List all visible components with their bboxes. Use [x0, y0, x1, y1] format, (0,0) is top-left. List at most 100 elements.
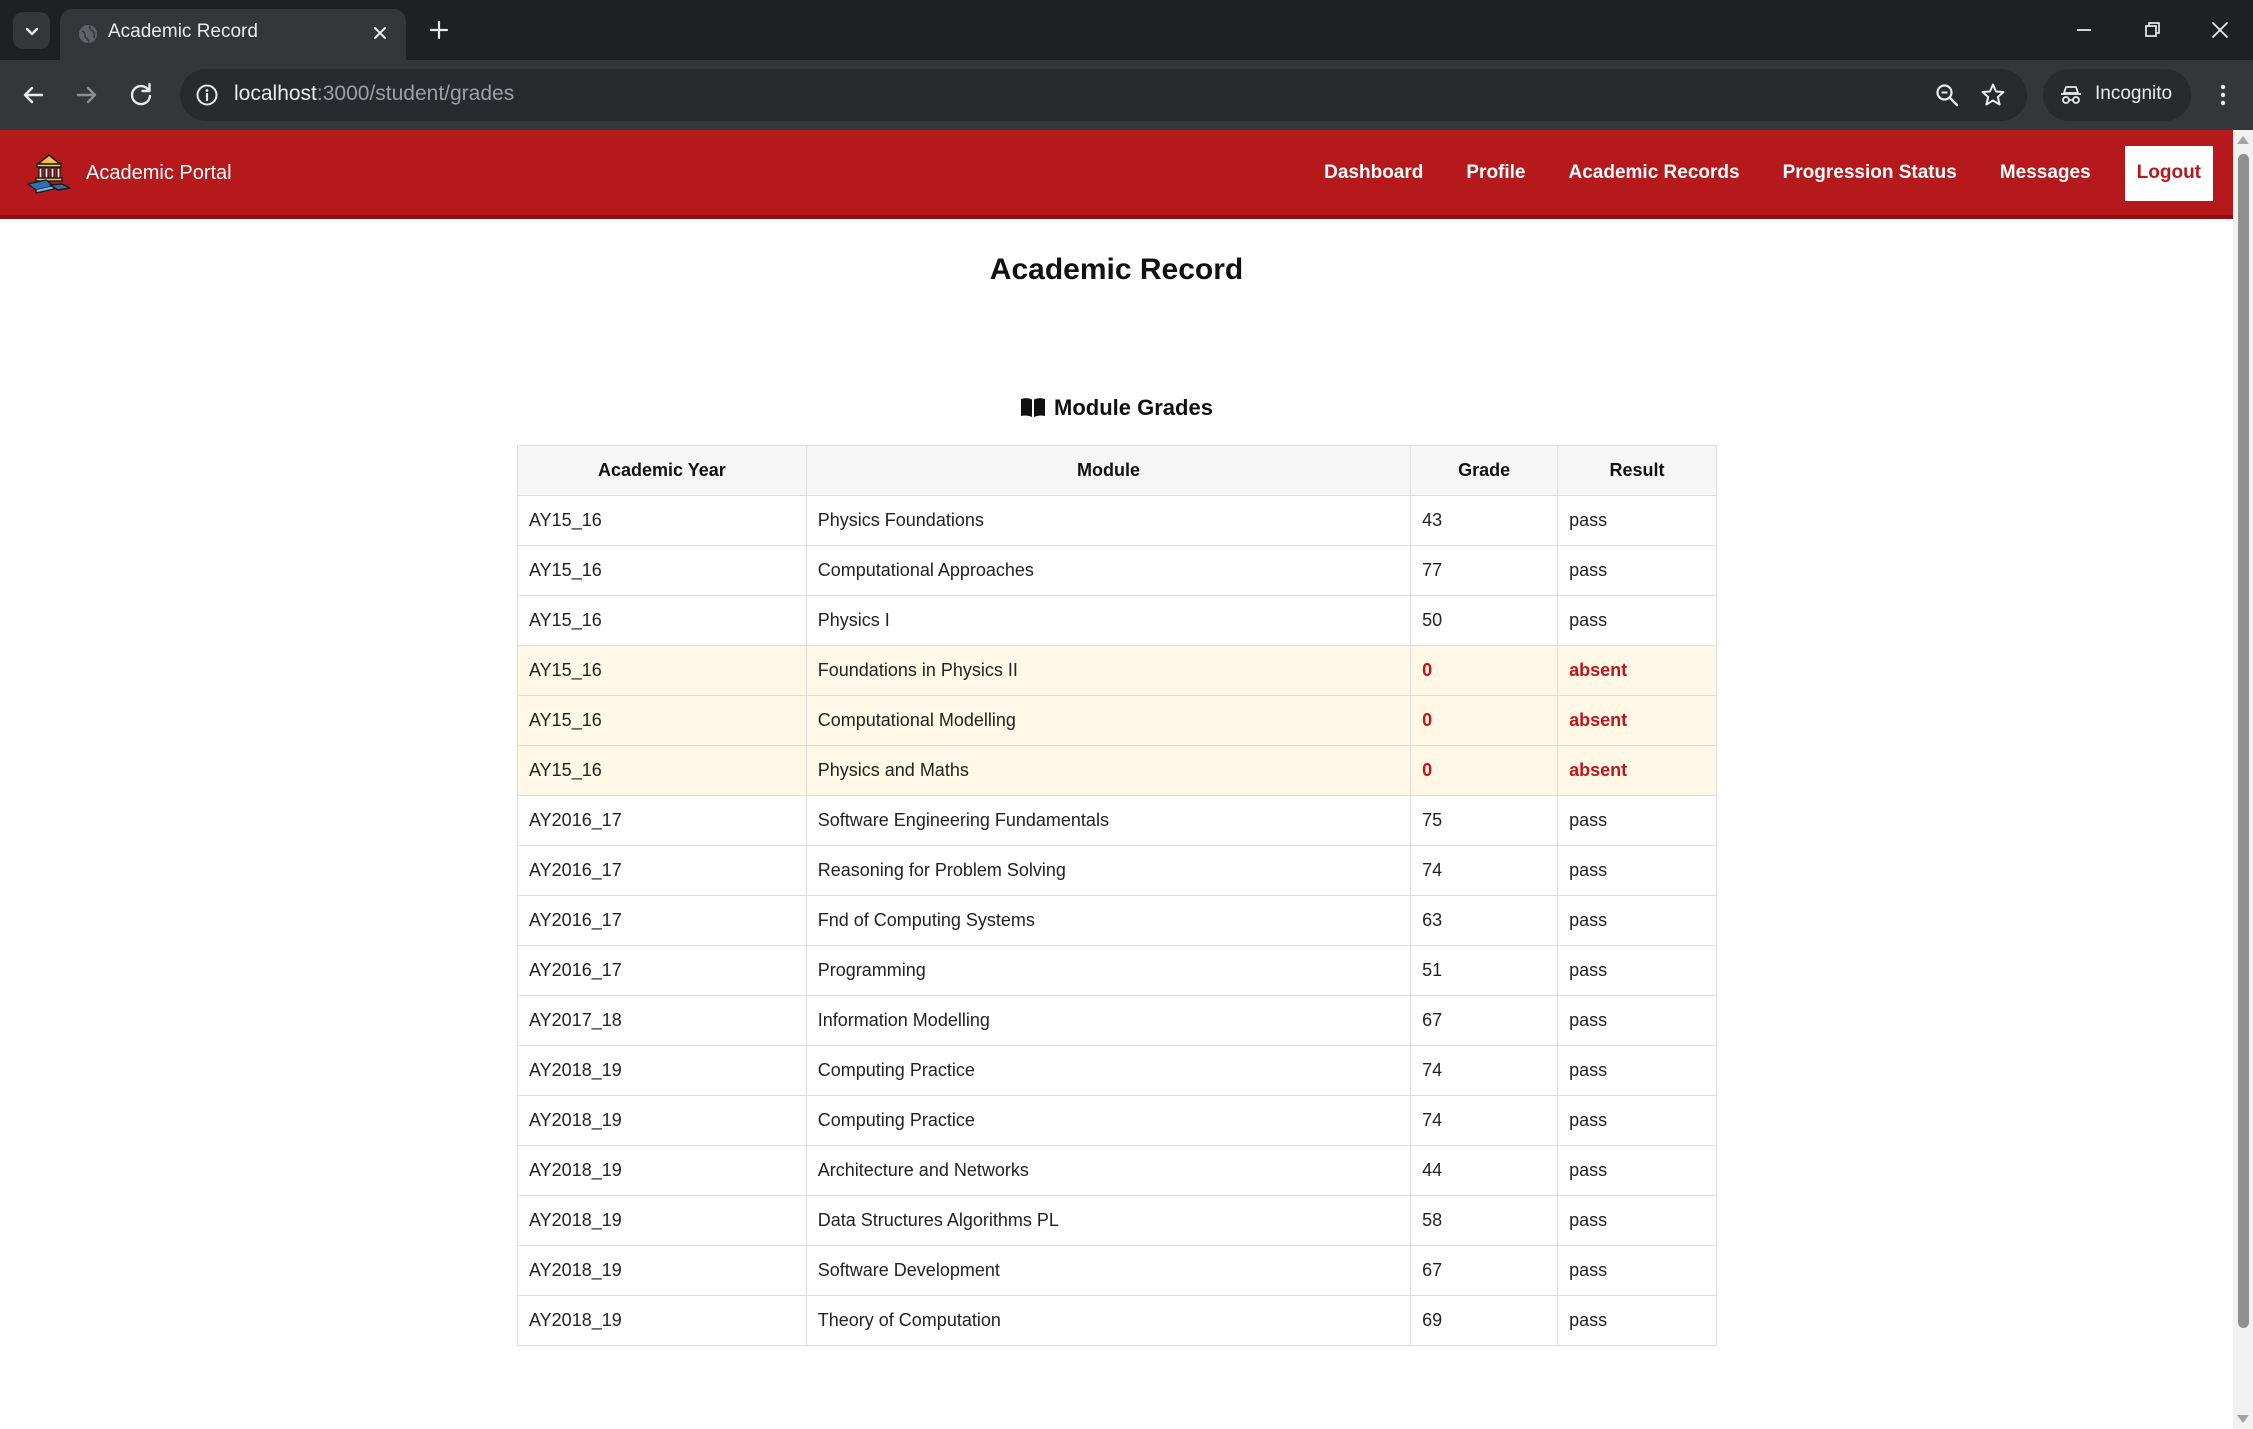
back-arrow-icon[interactable] — [16, 78, 50, 112]
cell-module: Architecture and Networks — [805, 1145, 1412, 1196]
cell-grade: 44 — [1410, 1145, 1559, 1196]
table-row: AY2018_19 Computing Practice 74 pass — [517, 1045, 1717, 1096]
cell-grade: 74 — [1410, 1095, 1559, 1146]
cell-result: pass — [1557, 945, 1717, 996]
browser-tab-strip: Academic Record — [0, 0, 2253, 60]
cell-module: Foundations in Physics II — [805, 645, 1412, 696]
cell-module: Computational Modelling — [805, 695, 1412, 746]
cell-module: Reasoning for Problem Solving — [805, 845, 1412, 896]
chevron-down-icon — [25, 27, 38, 35]
cell-academic-year: AY2018_19 — [517, 1095, 807, 1146]
brand-name[interactable]: Academic Portal — [86, 162, 232, 185]
table-row: AY15_16 Physics and Maths 0 absent — [517, 745, 1717, 796]
more-options-icon[interactable] — [2208, 80, 2238, 110]
table-row: AY2018_19 Theory of Computation 69 pass — [517, 1295, 1717, 1346]
cell-academic-year: AY2018_19 — [517, 1245, 807, 1296]
cell-module: Data Structures Algorithms PL — [805, 1195, 1412, 1246]
cell-grade: 43 — [1410, 495, 1559, 546]
table-header-row: Academic Year Module Grade Result — [517, 445, 1717, 496]
column-header-result: Result — [1557, 445, 1717, 496]
tab-search-button[interactable] — [13, 12, 50, 49]
table-row: AY15_16 Computational Modelling 0 absent — [517, 695, 1717, 746]
reload-icon[interactable] — [124, 78, 158, 112]
cell-module: Software Engineering Fundamentals — [805, 795, 1412, 846]
cell-grade: 50 — [1410, 595, 1559, 646]
tab-title: Academic Record — [108, 21, 258, 42]
cell-result: absent — [1557, 645, 1717, 696]
table-row: AY2018_19 Architecture and Networks 44 pass — [517, 1145, 1717, 1196]
cell-academic-year: AY2016_17 — [517, 795, 807, 846]
table-row: AY2016_17 Reasoning for Problem Solving 74… — [517, 845, 1717, 896]
forward-arrow-icon[interactable] — [70, 78, 104, 112]
cell-module: Theory of Computation — [805, 1295, 1412, 1346]
university-logo-icon — [27, 154, 71, 194]
globe-icon — [79, 25, 97, 43]
cell-grade: 63 — [1410, 895, 1559, 946]
table-row: AY15_16 Physics Foundations 43 pass — [517, 495, 1717, 546]
cell-result: pass — [1557, 1245, 1717, 1296]
cell-grade: 69 — [1410, 1295, 1559, 1346]
minimize-icon[interactable] — [2068, 14, 2100, 46]
cell-result: pass — [1557, 1095, 1717, 1146]
section-title: Module Grades — [0, 395, 2233, 421]
cell-module: Programming — [805, 945, 1412, 996]
cell-result: pass — [1557, 545, 1717, 596]
cell-module: Computing Practice — [805, 1045, 1412, 1096]
table-row: AY2016_17 Software Engineering Fundamenta… — [517, 795, 1717, 846]
close-icon[interactable] — [368, 21, 392, 45]
scroll-down-arrow-icon[interactable] — [2237, 1415, 2249, 1423]
nav-link-academic-records[interactable]: Academic Records — [1569, 162, 1740, 184]
cell-result: pass — [1557, 1195, 1717, 1246]
cell-grade: 0 — [1410, 695, 1559, 746]
nav-link-progression-status[interactable]: Progression Status — [1783, 162, 1957, 184]
page-viewport: Academic Portal Dashboard Profile Academ… — [0, 130, 2253, 1429]
page-title: Academic Record — [989, 253, 1244, 286]
browser-toolbar: localhost:3000/student/grades Incognito — [0, 60, 2253, 130]
cell-result: pass — [1557, 795, 1717, 846]
incognito-badge[interactable]: Incognito — [2043, 69, 2191, 121]
cell-result: pass — [1557, 895, 1717, 946]
cell-academic-year: AY15_16 — [517, 595, 807, 646]
incognito-icon — [2061, 86, 2081, 104]
scroll-up-arrow-icon[interactable] — [2237, 136, 2249, 144]
cell-academic-year: AY15_16 — [517, 695, 807, 746]
bookmark-star-icon[interactable] — [1979, 81, 2007, 109]
cell-module: Computing Practice — [805, 1095, 1412, 1146]
plus-icon[interactable] — [425, 16, 453, 44]
grades-table: Academic Year Module Grade Result AY15_1… — [517, 445, 1717, 1346]
cell-grade: 67 — [1410, 995, 1559, 1046]
cell-academic-year: AY2016_17 — [517, 895, 807, 946]
zoom-icon[interactable] — [1933, 81, 1961, 109]
cell-academic-year: AY15_16 — [517, 645, 807, 696]
cell-grade: 67 — [1410, 1245, 1559, 1296]
table-row: AY2016_17 Programming 51 pass — [517, 945, 1717, 996]
cell-module: Physics and Maths — [805, 745, 1412, 796]
address-bar[interactable]: localhost:3000/student/grades — [180, 69, 2027, 121]
cell-grade: 77 — [1410, 545, 1559, 596]
table-row: AY15_16 Foundations in Physics II 0 absent — [517, 645, 1717, 696]
open-book-icon — [1021, 398, 1046, 417]
table-row: AY2018_19 Software Development 67 pass — [517, 1245, 1717, 1296]
section-title-text: Module Grades — [1054, 395, 1213, 420]
nav-link-messages[interactable]: Messages — [2000, 162, 2091, 184]
logout-button[interactable]: Logout — [2124, 145, 2213, 201]
window-close-icon[interactable] — [2204, 14, 2236, 46]
cell-grade: 74 — [1410, 1045, 1559, 1096]
info-icon[interactable] — [194, 82, 220, 108]
restore-icon[interactable] — [2136, 14, 2168, 46]
cell-module: Fnd of Computing Systems — [805, 895, 1412, 946]
cell-academic-year: AY15_16 — [517, 545, 807, 596]
cell-module: Software Development — [805, 1245, 1412, 1296]
cell-result: pass — [1557, 1045, 1717, 1096]
incognito-label: Incognito — [2095, 83, 2173, 104]
cell-academic-year: AY2018_19 — [517, 1145, 807, 1196]
cell-result: pass — [1557, 845, 1717, 896]
browser-tab[interactable]: Academic Record — [60, 9, 406, 60]
nav-link-dashboard[interactable]: Dashboard — [1324, 162, 1423, 184]
nav-link-profile[interactable]: Profile — [1466, 162, 1525, 184]
column-header-module: Module — [805, 445, 1412, 496]
cell-grade: 75 — [1410, 795, 1559, 846]
scrollbar-thumb[interactable] — [2238, 154, 2249, 1328]
page-scrollbar[interactable] — [2233, 130, 2253, 1429]
column-header-grade: Grade — [1410, 445, 1559, 496]
